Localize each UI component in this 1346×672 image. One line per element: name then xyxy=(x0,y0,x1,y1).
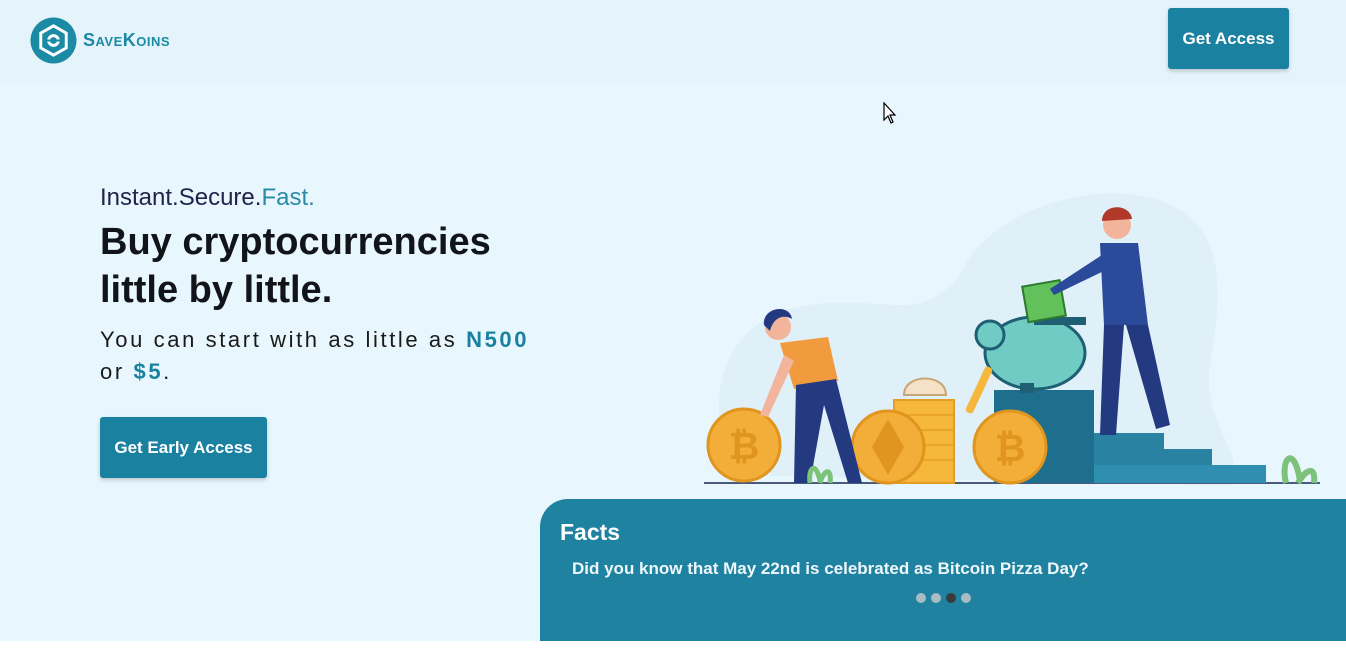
bitcoin-symbol-right: ₿ xyxy=(995,428,1026,470)
plant-right xyxy=(1281,455,1318,485)
piggy-bank-leg xyxy=(1020,383,1034,393)
piggy-bank-ear xyxy=(974,319,1006,351)
amount-naira: N500 xyxy=(466,327,530,352)
carousel-dot-1[interactable] xyxy=(916,593,926,603)
hero-headline: Buy cryptocurrencies little by little. xyxy=(100,221,491,311)
carousel-dots xyxy=(916,593,971,603)
brand-name: SaveKoins xyxy=(83,30,171,50)
tagline-accent: Fast. xyxy=(261,184,315,211)
subtext-or: or xyxy=(100,359,134,384)
amount-dollar: $5 xyxy=(133,359,164,384)
crypto-savings-illustration: ₿ ₿ xyxy=(704,193,1320,485)
carousel-dot-4[interactable] xyxy=(961,593,971,603)
carousel-dot-2[interactable] xyxy=(931,593,941,603)
carousel-dot-3[interactable] xyxy=(946,593,956,603)
facts-title: Facts xyxy=(560,519,621,545)
hexagon-eye-logo-icon xyxy=(30,17,77,64)
subtext-prefix: You can start with as little as xyxy=(100,327,467,352)
brand-logo[interactable]: SaveKoins xyxy=(30,17,170,64)
fact-text: Did you know that May 22nd is celebrated… xyxy=(572,559,1089,578)
tagline-main: Instant.Secure. xyxy=(100,184,262,211)
step-block-4 xyxy=(1094,465,1266,483)
site-header: SaveKoins Get Access xyxy=(0,0,1346,84)
bitcoin-symbol-left: ₿ xyxy=(729,426,760,468)
landing-page: SaveKoins Get Access Instant.Secure.Fast… xyxy=(0,0,1346,641)
subtext-suffix: . xyxy=(163,359,172,384)
hero-subtext: You can start with as little as N500 or … xyxy=(100,324,540,388)
facts-panel: Facts Did you know that May 22nd is cele… xyxy=(540,499,1346,641)
hero-tagline: Instant.Secure.Fast. xyxy=(100,184,315,212)
mouse-cursor-icon xyxy=(883,102,897,124)
get-access-button[interactable]: Get Access xyxy=(1168,8,1289,69)
get-early-access-button[interactable]: Get Early Access xyxy=(100,417,267,478)
